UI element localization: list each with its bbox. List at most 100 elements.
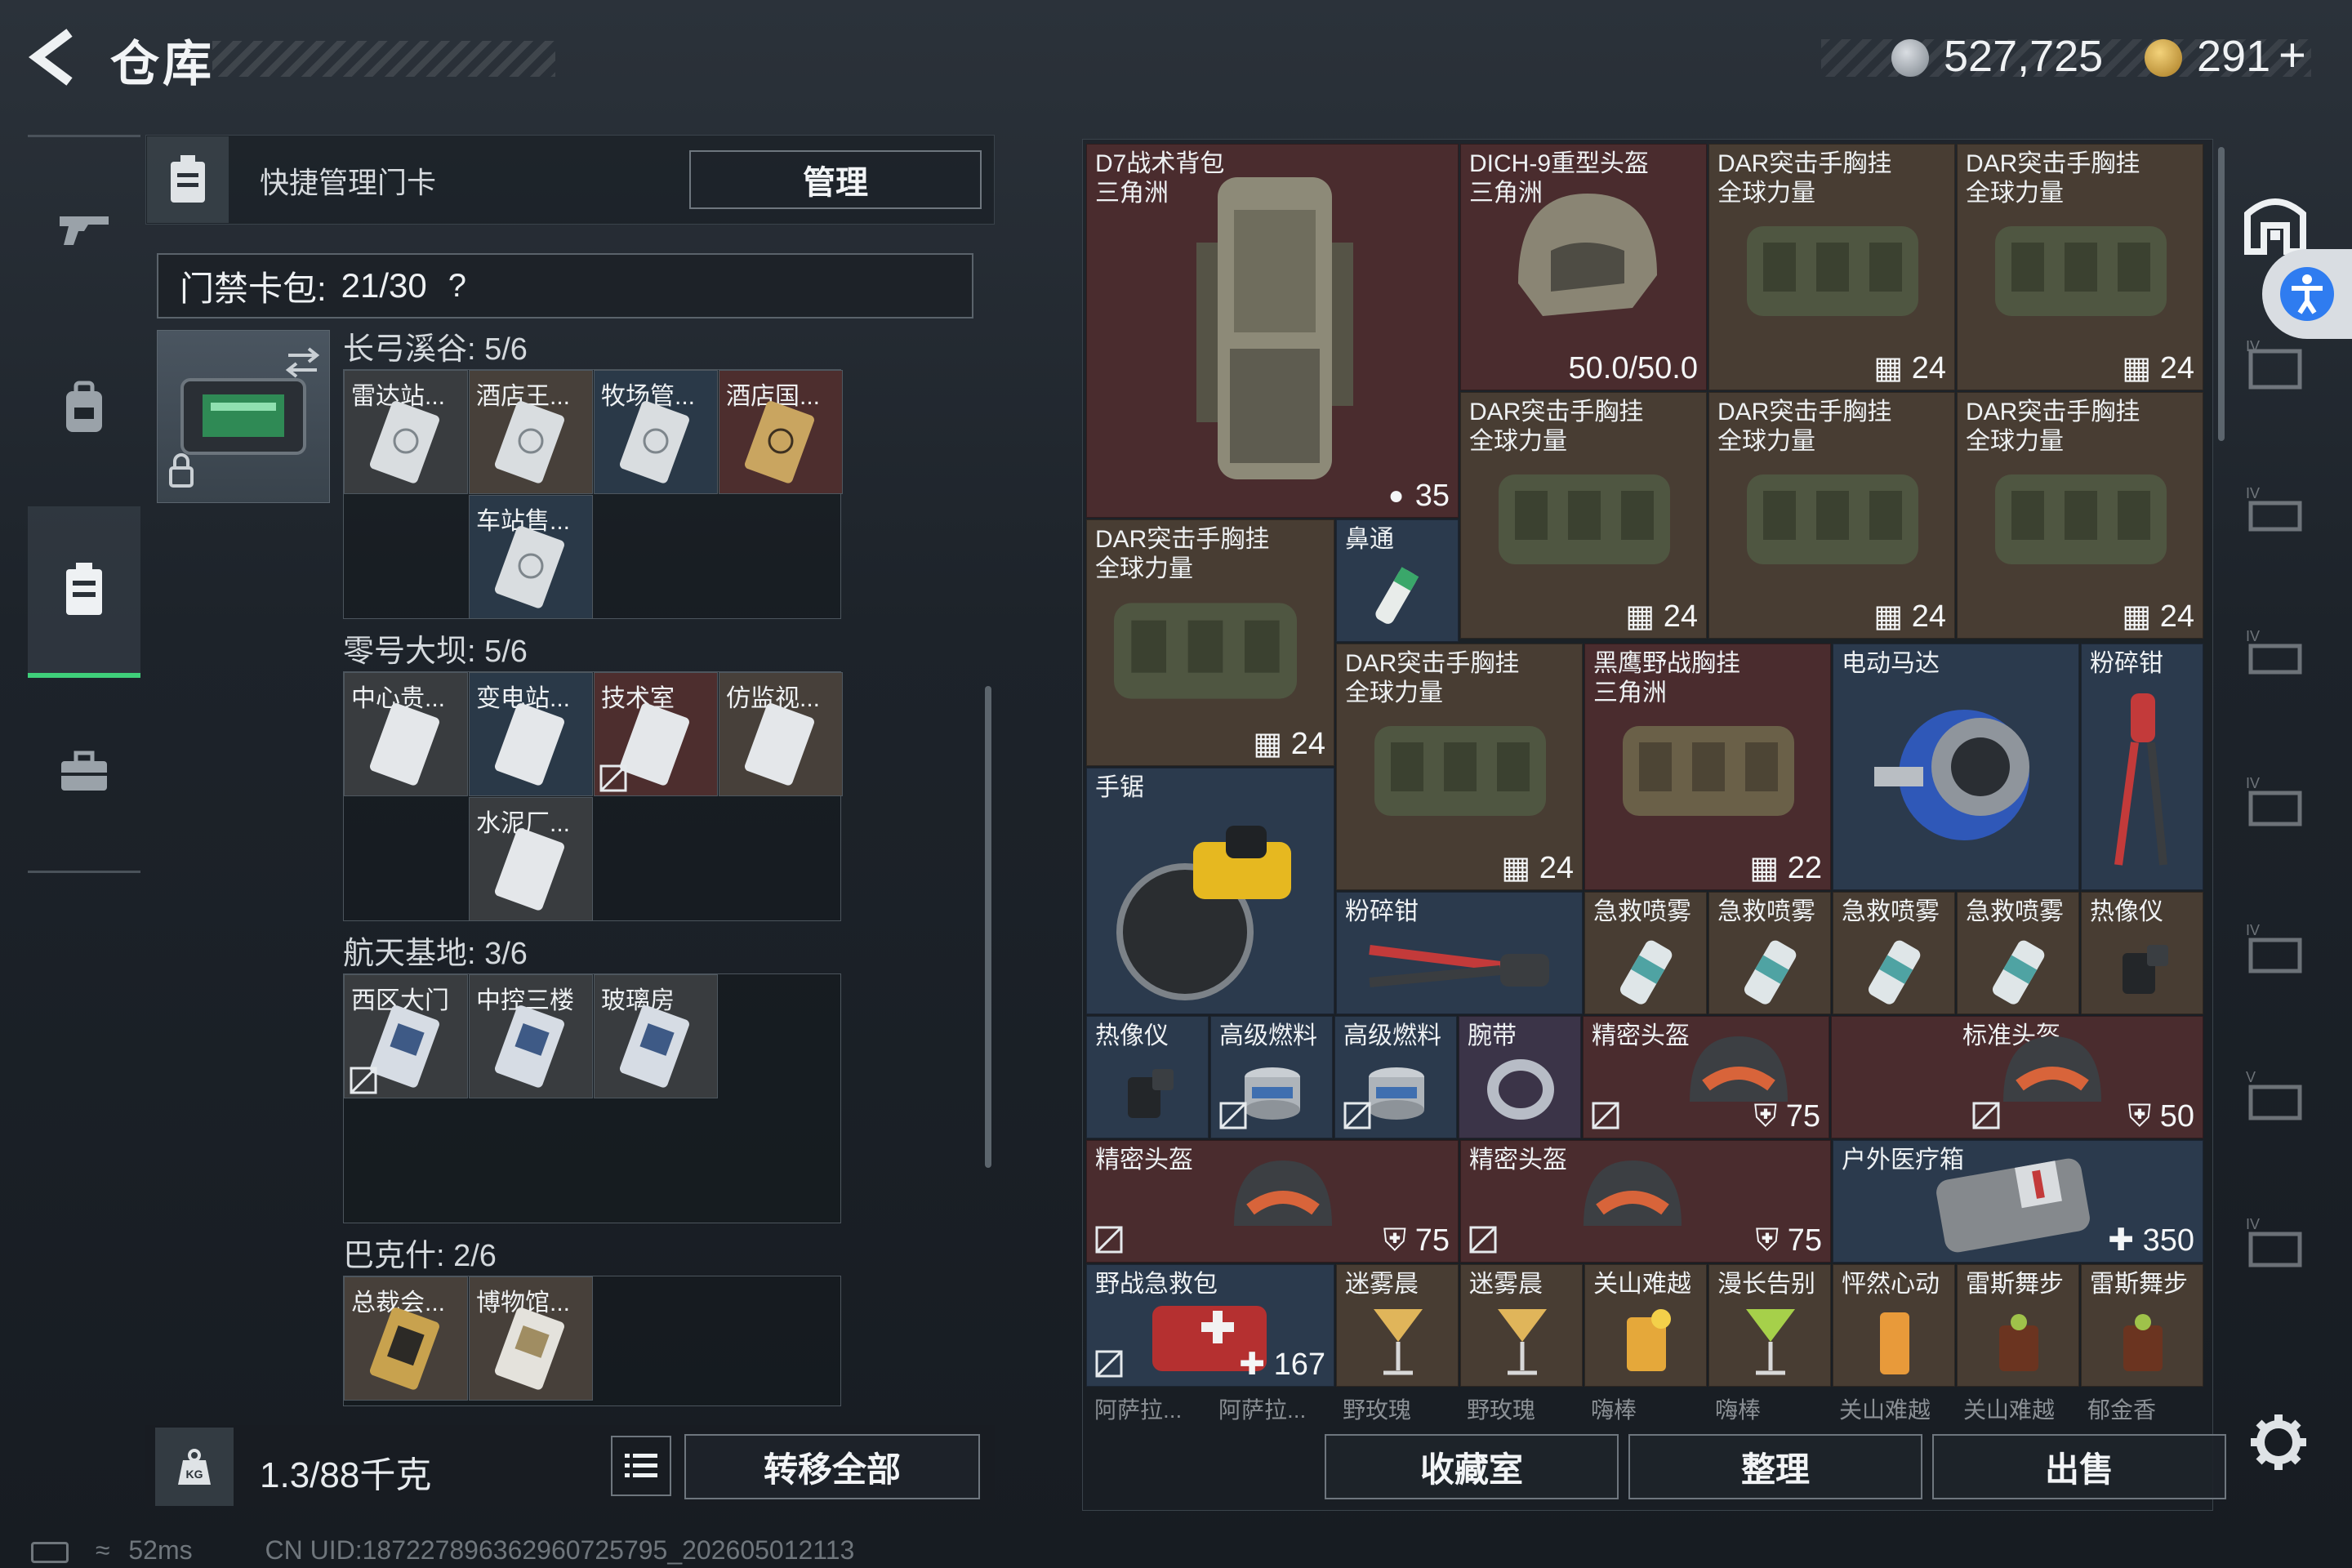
- storage-level-icon[interactable]: IV: [2238, 772, 2316, 837]
- inventory-item[interactable]: 雷斯舞步: [2081, 1264, 2203, 1387]
- keycard[interactable]: 牧场管...: [594, 370, 718, 494]
- storage-level-icon[interactable]: IV: [2238, 919, 2316, 984]
- medical-case-icon: [1936, 1158, 2090, 1253]
- manage-button[interactable]: 管理: [689, 150, 982, 209]
- inventory-item[interactable]: 粉碎钳: [1336, 892, 1583, 1014]
- keycard[interactable]: 玻璃房: [594, 974, 718, 1098]
- inventory-item[interactable]: 迷雾晨: [1336, 1264, 1459, 1387]
- inventory-item[interactable]: DICH-9重型头盔 三角洲 50.0/50.0: [1460, 144, 1707, 390]
- storage-level-icon[interactable]: IV: [2238, 335, 2316, 400]
- sort-button[interactable]: 整理: [1628, 1434, 1922, 1499]
- item-stat: ▦ 22: [1749, 851, 1822, 885]
- inventory-item[interactable]: 精密头盔 ⛨ 75: [1460, 1140, 1831, 1263]
- inventory-item[interactable]: DAR突击手胸挂 全球力量 ▦ 24: [1708, 144, 1955, 390]
- inventory-item[interactable]: DAR突击手胸挂 全球力量 ▦ 24: [1957, 144, 2203, 390]
- rail-backpack[interactable]: [28, 327, 140, 490]
- inventory-item[interactable]: DAR突击手胸挂 全球力量 ▦ 24: [1086, 519, 1334, 766]
- accessibility-button[interactable]: [2262, 249, 2352, 339]
- rail-case[interactable]: [28, 690, 140, 853]
- back-arrow-icon: [29, 29, 73, 86]
- inventory-item[interactable]: 手锯: [1086, 768, 1334, 1014]
- inventory-scrollbar[interactable]: [2218, 147, 2225, 441]
- list-view-button[interactable]: [611, 1436, 671, 1496]
- keycard[interactable]: 车站售...: [469, 495, 593, 619]
- item-stat: ▦ 24: [1501, 851, 1574, 885]
- keycard[interactable]: 中心贵...: [344, 672, 468, 796]
- sell-button[interactable]: 出售: [1932, 1434, 2226, 1499]
- inventory-item[interactable]: DAR突击手胸挂 全球力量 ▦ 24: [1957, 392, 2203, 639]
- lock-icon: [169, 466, 194, 488]
- keycard[interactable]: 中控三楼: [469, 974, 593, 1098]
- keycard[interactable]: 酒店王...: [469, 370, 593, 494]
- inventory-item[interactable]: DAR突击手胸挂 全球力量 ▦ 24: [1708, 392, 1955, 639]
- weight-value: 1.3/88千克: [260, 1455, 432, 1495]
- chest-rig-icon: [1747, 226, 1918, 316]
- keycard[interactable]: 变电站...: [469, 672, 593, 796]
- svg-text:V: V: [2246, 1069, 2256, 1085]
- keycard[interactable]: 总裁会...: [344, 1276, 468, 1401]
- keycard[interactable]: 博物馆...: [469, 1276, 593, 1401]
- inventory-item[interactable]: 热像仪: [1086, 1016, 1209, 1138]
- inventory-item[interactable]: 精密头盔 ⛨ 75: [1086, 1140, 1459, 1263]
- keycard-header-icon-box: [147, 136, 229, 223]
- no-trade-icon: [599, 764, 627, 792]
- keycard[interactable]: 水泥厂...: [469, 797, 593, 921]
- inventory-item[interactable]: 标准头盔 ⛨ 50: [1831, 1016, 2203, 1138]
- keycard-icon: [369, 703, 439, 786]
- inventory-item[interactable]: 鼻通: [1336, 519, 1459, 642]
- rail-keycard[interactable]: [28, 506, 140, 678]
- inventory-item[interactable]: 迷雾晨: [1460, 1264, 1583, 1387]
- inventory-item[interactable]: 户外医疗箱 ✚ 350: [1833, 1140, 2203, 1263]
- peek-item-label: 郁金香: [2087, 1397, 2157, 1423]
- inventory-item[interactable]: 急救喷雾: [1833, 892, 1955, 1014]
- inventory-item[interactable]: 急救喷雾: [1957, 892, 2079, 1014]
- keycard-icon: [494, 1005, 564, 1088]
- chest-rig-icon: [1114, 603, 1297, 699]
- inventory-item[interactable]: 电动马达: [1833, 644, 2079, 890]
- cocktail-icon: [1627, 1309, 1671, 1371]
- capacity-help-icon[interactable]: ?: [448, 268, 466, 305]
- page-title: 仓库: [110, 37, 215, 91]
- collection-room-button[interactable]: 收藏室: [1325, 1434, 1619, 1499]
- warehouse-icon[interactable]: [2243, 189, 2308, 255]
- inventory-item[interactable]: 高级燃料: [1210, 1016, 1333, 1138]
- inventory-item[interactable]: 急救喷雾: [1708, 892, 1831, 1014]
- storage-level-icon[interactable]: V: [2238, 1066, 2316, 1131]
- inventory-item[interactable]: DAR突击手胸挂 全球力量 ▦ 24: [1460, 392, 1707, 639]
- left-scrollbar[interactable]: [985, 686, 991, 1168]
- settings-gear-icon[interactable]: [2247, 1411, 2310, 1473]
- weight-icon: KG: [178, 1449, 211, 1485]
- list-icon: [625, 1454, 657, 1477]
- keycard-pack-slot[interactable]: [157, 330, 330, 503]
- no-trade-icon: [1095, 1350, 1123, 1378]
- transfer-all-button[interactable]: 转移全部: [684, 1434, 980, 1499]
- keycard-icon: [494, 828, 564, 911]
- peek-item-label: 关山难越: [1963, 1397, 2056, 1423]
- keycard[interactable]: 酒店国...: [719, 370, 843, 494]
- add-currency-button[interactable]: +: [2278, 28, 2306, 82]
- rail-weapons[interactable]: [28, 147, 140, 310]
- inventory-item[interactable]: 雷斯舞步: [1957, 1264, 2079, 1387]
- cocktail-icon: [1374, 1309, 1423, 1375]
- inventory-item[interactable]: 热像仪: [2081, 892, 2203, 1014]
- inventory-item[interactable]: 黑鹰野战胸挂 三角洲 ▦ 22: [1584, 644, 1831, 890]
- back-button[interactable]: [24, 24, 90, 98]
- inventory-item[interactable]: 腕带: [1459, 1016, 1581, 1138]
- keycard[interactable]: 雷达站...: [344, 370, 468, 494]
- inventory-item[interactable]: D7战术背包 三角洲 ⚫ 35: [1086, 144, 1459, 518]
- inventory-item[interactable]: 漫长告别: [1708, 1264, 1831, 1387]
- inventory-item[interactable]: 高级燃料: [1334, 1016, 1457, 1138]
- peek-item-label: 嗨棒: [1591, 1397, 1637, 1423]
- storage-level-icon[interactable]: IV: [2238, 1213, 2316, 1278]
- inventory-item[interactable]: 怦然心动: [1833, 1264, 1955, 1387]
- inventory-item[interactable]: 粉碎钳: [2081, 644, 2203, 890]
- keycard[interactable]: 仿监视...: [719, 672, 843, 796]
- inventory-item[interactable]: 急救喷雾: [1584, 892, 1707, 1014]
- inventory-item[interactable]: DAR突击手胸挂 全球力量 ▦ 24: [1336, 644, 1583, 890]
- svg-text:IV: IV: [2246, 922, 2260, 938]
- inventory-item[interactable]: 野战急救包 ✚ 167: [1086, 1264, 1334, 1387]
- inventory-item[interactable]: 精密头盔 ⛨ 75: [1583, 1016, 1829, 1138]
- inventory-item[interactable]: 关山难越: [1584, 1264, 1707, 1387]
- storage-level-icon[interactable]: IV: [2238, 482, 2316, 547]
- storage-level-icon[interactable]: IV: [2238, 625, 2316, 690]
